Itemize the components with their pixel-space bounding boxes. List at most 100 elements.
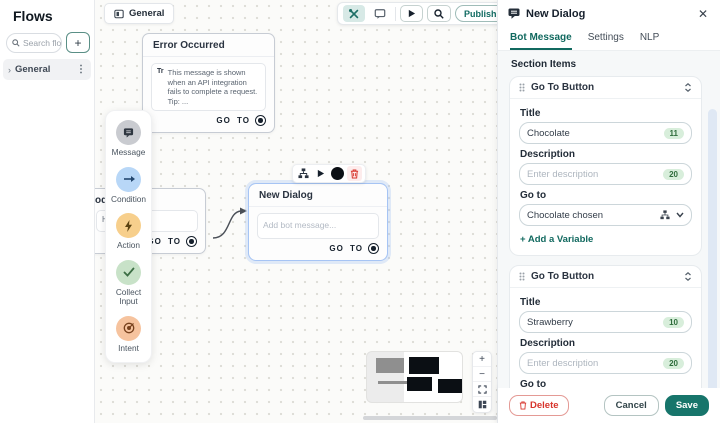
color-dot-icon[interactable] [330,166,345,181]
title-field[interactable]: 10 [519,311,692,333]
node-message-placeholder: Add bot message... [263,221,336,231]
palette-item-label: Message [112,148,146,158]
go-to-label: Go to [520,190,692,201]
panel-tabs: Bot Message Settings NLP [498,27,720,51]
delete-button[interactable]: Delete [509,395,569,416]
action-icon [116,213,141,238]
go-to-label: Go to [520,379,692,388]
publish-button[interactable]: Publish [455,5,497,22]
chevron-down-icon[interactable] [676,212,684,218]
palette-item-intent[interactable]: Intent [116,316,141,354]
message-icon [116,120,141,145]
tab-settings[interactable]: Settings [588,27,624,50]
flows-title: Flows [0,0,94,24]
palette-item-collect-input[interactable]: Collect Input [108,260,149,307]
minimap[interactable] [366,351,463,403]
palette-item-label: Intent [118,344,139,354]
zoom-search-button[interactable] [427,5,451,22]
node-new-dialog[interactable]: New Dialog Add bot message... GO TO [248,183,388,261]
palette-item-condition[interactable]: Condition [111,167,146,205]
palette-item-action[interactable]: Action [116,213,141,251]
node-message-input[interactable]: Add bot message... [257,213,379,239]
description-input[interactable] [527,358,658,369]
canvas-toolbar: Publish [337,2,497,25]
node-message-box[interactable]: Tr This message is shown when an API int… [151,63,266,111]
goto-label: GO TO [216,116,250,125]
palette-item-label: Action [117,241,140,251]
canvas-horizontal-scrollbar[interactable] [363,416,497,420]
tab-nlp[interactable]: NLP [640,27,659,50]
play-node-icon[interactable] [313,166,328,181]
save-button[interactable]: Save [665,395,709,416]
sidebar-item-general[interactable]: › General ⋮ [3,59,91,80]
goto-target-icon[interactable] [368,243,379,254]
flows-sidebar: Flows Search flo... + › General ⋮ [0,0,95,423]
sidebar-item-label: General [15,64,72,75]
description-field[interactable]: 20 [519,352,692,374]
cancel-button[interactable]: Cancel [604,395,659,416]
go-to-button-card: Go To Button Title 10 Description 20 [509,265,702,388]
add-flow-button[interactable]: + [66,32,90,53]
toolbar-divider [395,7,396,21]
intent-icon [116,316,141,341]
zoom-in-button[interactable]: + [473,352,491,367]
drag-handle-icon[interactable] [519,83,525,92]
close-icon[interactable]: ✕ [696,7,710,21]
dialog-chat-icon [508,8,520,19]
fit-view-icon[interactable] [473,382,491,397]
properties-panel: New Dialog ✕ Bot Message Settings NLP Se… [497,0,720,423]
delete-node-icon[interactable] [347,166,362,181]
title-label: Title [520,108,692,119]
condition-icon [116,167,141,192]
palette-item-message[interactable]: Message [112,120,146,158]
minimap-node [409,357,439,374]
search-icon [12,39,20,47]
node-error-occurred[interactable]: Error Occurred Tr This message is shown … [142,33,275,133]
chevron-right-icon[interactable]: › [8,65,11,75]
search-flows-input[interactable]: Search flo... [6,33,62,53]
node-message-text: This message is shown when an API integr… [168,68,260,106]
layout-panel-icon[interactable] [473,397,491,412]
flow-icon [114,9,124,19]
zoom-out-button[interactable]: − [473,367,491,382]
palette-item-label: Collect Input [108,288,149,307]
go-to-select[interactable]: Chocolate chosen [519,204,692,226]
palette-item-label: Condition [111,195,146,205]
node-palette: Message Condition Action Collect Input [105,110,152,363]
description-input[interactable] [527,169,658,180]
goto-target-icon[interactable] [255,115,266,126]
minimap-node [376,358,404,373]
sitemap-icon[interactable] [296,166,311,181]
node-title: Error Occurred [143,34,274,57]
publish-label: Publish [456,9,497,19]
go-to-selected-value: Chocolate chosen [527,210,654,221]
search-placeholder: Search flo... [23,38,62,48]
tab-bot-message[interactable]: Bot Message [510,27,572,50]
go-to-button-card: Go To Button Title 11 Description 20 [509,76,702,256]
collapse-icon[interactable] [684,83,692,92]
text-format-icon: Tr [157,68,164,106]
goto-label: GO TO [147,237,181,246]
title-input[interactable] [527,128,659,139]
add-variable-link[interactable]: + Add a Variable [520,234,692,245]
flow-canvas[interactable]: General Publish [95,0,497,423]
test-play-button[interactable] [400,5,423,22]
card-header-label: Go To Button [531,271,678,282]
description-field[interactable]: 20 [519,163,692,185]
flow-tab-label: General [129,8,164,19]
drag-handle-icon[interactable] [519,272,525,281]
build-tools-button[interactable] [343,5,365,22]
minimap-node [407,377,432,391]
kebab-menu-icon[interactable]: ⋮ [76,64,86,75]
title-field[interactable]: 11 [519,122,692,144]
title-input[interactable] [527,317,658,328]
panel-footer: Delete Cancel Save [498,388,720,423]
sitemap-icon[interactable] [660,210,670,220]
zoom-controls: + − [472,351,492,413]
comment-button[interactable] [369,5,391,22]
goto-target-icon[interactable] [186,236,197,247]
panel-scrollbar[interactable] [708,109,717,388]
flow-tab-general[interactable]: General [104,3,174,24]
collapse-icon[interactable] [684,272,692,281]
char-count-badge: 10 [663,317,684,328]
